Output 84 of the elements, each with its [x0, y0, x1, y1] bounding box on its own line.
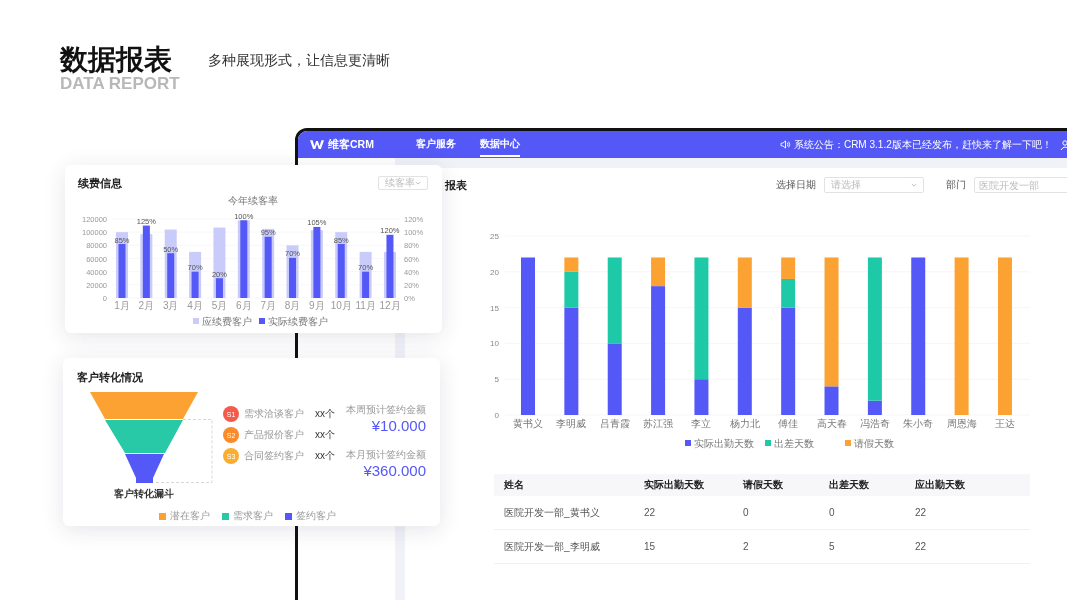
card-title: 续费信息: [78, 175, 122, 191]
table-cell-text: 22: [915, 507, 928, 518]
user-icon[interactable]: [1059, 139, 1067, 150]
nav-tab[interactable]: 客户服务: [415, 132, 456, 157]
legend-label: 出差天数: [774, 438, 814, 449]
table-cell-text: 22: [644, 507, 657, 518]
amount-value: ¥10.000: [371, 417, 426, 434]
axis-label: 高天春: [816, 418, 847, 429]
axis-label: 李明威: [556, 418, 587, 429]
axis-label: 周恩海: [946, 418, 977, 429]
column-header: 出差天数: [829, 478, 870, 492]
column-header: 请假天数: [743, 478, 784, 492]
axis-label: 杨力北: [729, 418, 760, 429]
table-cell-text: 0: [829, 507, 836, 518]
card-title: 客户转化情况: [77, 370, 144, 385]
axis-label: 王达: [994, 418, 1015, 429]
speaker-icon: [779, 140, 791, 149]
stage-label: 需求洽谈客户: [244, 407, 305, 421]
axis-label: 9月: [309, 300, 325, 311]
amount-label: 本周预计签约金额: [346, 403, 426, 417]
caret-icon: [415, 181, 421, 185]
axis-tick: 0: [494, 411, 499, 420]
axis-tick: 20: [490, 267, 499, 277]
axis-label: 黄书义: [513, 418, 543, 429]
axis-label: 2月: [138, 300, 155, 311]
axis-label: 1月: [114, 300, 130, 311]
axis-label: 5月: [211, 300, 228, 311]
chart-bar: [781, 257, 796, 279]
filter-label: 部门: [946, 178, 966, 192]
page-title: 数据报表: [60, 44, 172, 76]
filter-label: 选择日期: [776, 178, 816, 192]
tagline: 多种展现形式，让信息更清晰: [207, 52, 390, 70]
axis-tick: 10: [490, 339, 499, 349]
announcement-text: 系统公告：CRM 3.1.2版本已经发布，赶快来了解一下吧！: [793, 137, 1052, 152]
nav-tab[interactable]: 数据中心: [479, 132, 520, 157]
axis-label: 8月: [284, 300, 301, 311]
column-header: 应出勤天数: [915, 478, 966, 492]
amount-label: 本月预计签约金额: [346, 448, 426, 462]
legend-label: 潜在客户: [170, 509, 210, 523]
axis-label: 冯浩奇: [859, 418, 890, 429]
axis-label: 6月: [236, 300, 252, 311]
table-cell-text: 5: [829, 541, 836, 552]
legend-label: 实际续费客户: [268, 316, 328, 327]
table-cell-text: 2: [743, 541, 750, 552]
legend-label: 请假天数: [854, 438, 894, 449]
axis-tick: 15: [490, 303, 499, 313]
column-header: 实际出勤天数: [644, 478, 705, 492]
table-cell-text: 22: [915, 541, 928, 552]
axis-tick: 25: [490, 232, 499, 241]
amount-value: ¥360.000: [363, 462, 426, 479]
axis-label: 11月: [355, 300, 376, 311]
axis-label: 傅佳: [778, 418, 799, 429]
legend-label: 签约客户: [296, 509, 336, 523]
axis-label: 10月: [330, 300, 352, 311]
table-cell-text: 医院开发一部_李明威: [504, 539, 601, 554]
table-cell-text: 15: [644, 541, 657, 552]
axis-label: 朱小奇: [903, 418, 934, 429]
panel-title: 报表: [445, 177, 467, 193]
table-cell-text: 0: [743, 507, 750, 518]
stage-label: 合同签约客户: [244, 449, 305, 463]
logo-icon: [310, 139, 324, 150]
axis-label: 李立: [691, 418, 712, 429]
legend-label: 实际出勤天数: [694, 438, 754, 449]
caret-icon: [911, 183, 917, 187]
axis-label: 4月: [187, 300, 203, 311]
chart-title: 今年续客率: [228, 195, 278, 206]
stage-label: 产品报价客户: [244, 428, 305, 442]
brand-name: 维客CRM: [328, 137, 374, 152]
column-header: 姓名: [504, 478, 525, 492]
page-subtitle: DATA REPORT: [60, 76, 180, 92]
axis-label: 吕青霞: [599, 418, 630, 429]
table-cell-text: 医院开发一部_黄书义: [504, 505, 601, 520]
axis-label: 7月: [260, 300, 276, 311]
stage-count: xx个: [315, 449, 335, 463]
axis-label: 12月: [379, 300, 401, 311]
legend-label: 应续费客户: [202, 316, 252, 327]
chart-bar: [607, 343, 622, 415]
legend-label: 需求客户: [233, 509, 273, 523]
axis-label: 苏江强: [643, 418, 674, 429]
stage-count: xx个: [315, 428, 335, 442]
stage-count: xx个: [315, 407, 335, 421]
axis-tick: 5: [494, 375, 499, 385]
funnel-caption: 客户转化漏斗: [114, 487, 174, 501]
axis-label: 3月: [162, 300, 179, 311]
